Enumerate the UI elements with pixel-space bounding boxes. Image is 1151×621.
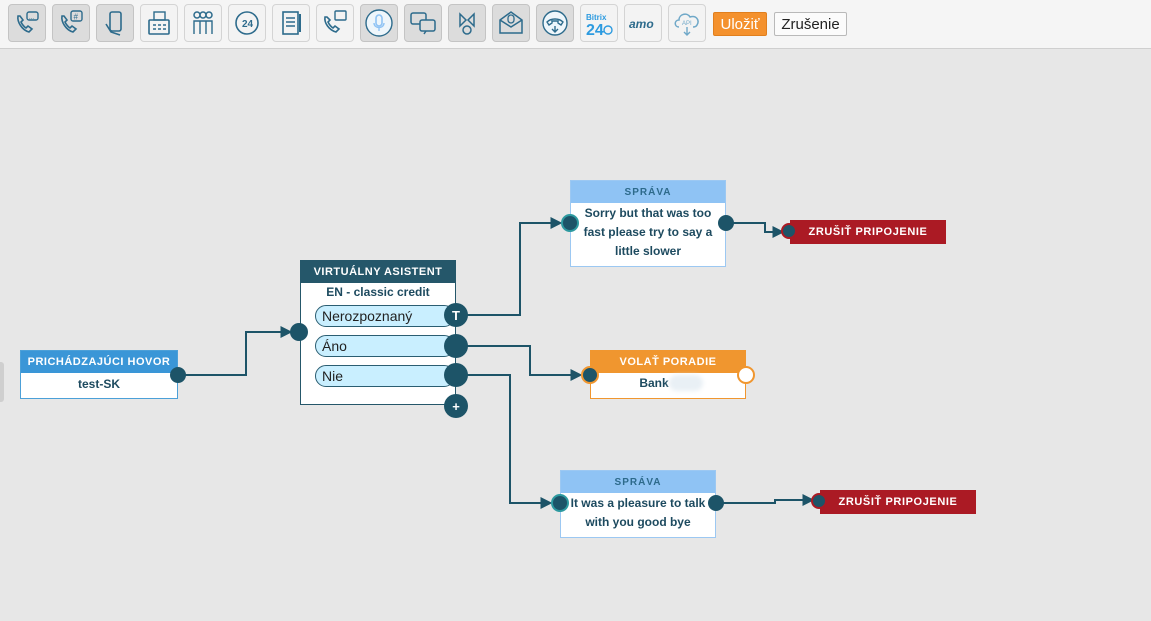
timeout-port[interactable]: T	[444, 303, 468, 327]
hangup-icon	[542, 10, 568, 36]
hangup1-input-port[interactable]	[781, 223, 797, 239]
flow-canvas[interactable]: PRICHÁDZAJÚCI HOVOR test-SK VIRTUÁLNY AS…	[0, 50, 1151, 621]
queue-name: Bank	[639, 376, 669, 390]
svg-text:amo: amo	[629, 17, 654, 31]
node-incoming-call[interactable]: PRICHÁDZAJÚCI HOVOR test-SK	[20, 350, 178, 399]
no-output-port[interactable]	[444, 363, 468, 387]
tool-bitrix24[interactable]: Bitrix 24	[580, 4, 618, 42]
wire-yes-queue	[456, 345, 583, 381]
node-call-queue[interactable]: VOLAŤ PORADIE Bank	[590, 350, 746, 399]
tool-sms-call[interactable]: ...	[8, 4, 46, 42]
fax-icon	[148, 11, 170, 35]
save-button[interactable]: Uložiť	[713, 12, 767, 36]
tool-fax[interactable]	[140, 4, 178, 42]
message-text: Sorry but that was too fast please try t…	[583, 206, 713, 258]
voicemail-icon	[499, 11, 523, 34]
node-hangup-2[interactable]: ZRUŠIŤ PRIPOJENIE	[820, 490, 976, 514]
call-transfer-icon	[324, 10, 347, 33]
wire-no-message2	[456, 374, 553, 509]
wire-message1-hangup1	[726, 222, 785, 238]
node-title: SPRÁVA	[561, 471, 715, 493]
chat-bubbles-icon	[410, 12, 436, 35]
option-unrecognized[interactable]: Nerozpoznaný	[315, 305, 455, 327]
hash-call-icon: #	[61, 10, 83, 33]
message1-input-port[interactable]	[561, 214, 579, 232]
tool-transfer[interactable]	[316, 4, 354, 42]
node-title: VOLAŤ PORADIE	[591, 351, 745, 373]
tool-queue[interactable]	[184, 4, 222, 42]
tool-mobile[interactable]	[96, 4, 134, 42]
node-title: VIRTUÁLNY ASISTENT	[301, 261, 455, 283]
api-cloud-icon: API	[674, 13, 699, 36]
conference-icon	[459, 12, 475, 35]
tool-hash-call[interactable]: #	[52, 4, 90, 42]
message1-output-port[interactable]	[718, 215, 734, 231]
tool-microphone[interactable]	[360, 4, 398, 42]
wire-incoming-assistant	[178, 326, 293, 376]
yes-output-port[interactable]	[444, 334, 468, 358]
redacted-text	[669, 375, 703, 391]
tool-amo[interactable]: amo	[624, 4, 662, 42]
add-option-button[interactable]: +	[444, 394, 468, 418]
tool-notepad[interactable]	[272, 4, 310, 42]
wire-message2-hangup2	[716, 494, 815, 506]
toolbar: ... # 24 Bitrix 24 amo API Uložiť Zrušen…	[0, 0, 1151, 49]
svg-text:API: API	[682, 21, 692, 27]
assistant-name: EN - classic credit	[326, 285, 430, 299]
notepad-icon	[282, 11, 301, 35]
bitrix24-icon: Bitrix24	[586, 13, 613, 38]
option-no[interactable]: Nie	[315, 365, 455, 387]
node-message-goodbye[interactable]: SPRÁVA It was a pleasure to talk with yo…	[560, 470, 716, 538]
hours-24-icon: 24	[235, 11, 259, 35]
tool-chat[interactable]	[404, 4, 442, 42]
tool-voicemail[interactable]	[492, 4, 530, 42]
cancel-button[interactable]: Zrušenie	[774, 12, 847, 36]
svg-text:24: 24	[586, 22, 604, 38]
people-queue-icon	[193, 11, 213, 34]
svg-text:Bitrix: Bitrix	[586, 13, 607, 22]
microphone-icon	[365, 9, 393, 37]
wire-unrecognized-message1	[456, 217, 563, 316]
svg-text:#: #	[74, 13, 79, 22]
node-title: SPRÁVA	[571, 181, 725, 203]
option-yes[interactable]: Áno	[315, 335, 455, 357]
sms-call-icon: ...	[17, 11, 39, 33]
message2-output-port[interactable]	[708, 495, 724, 511]
tool-hangup[interactable]	[536, 4, 574, 42]
node-virtual-assistant[interactable]: VIRTUÁLNY ASISTENT EN - classic credit N…	[300, 260, 456, 405]
node-title: PRICHÁDZAJÚCI HOVOR	[21, 351, 177, 373]
svg-text:...: ...	[29, 15, 34, 21]
amo-icon: amo	[629, 17, 654, 31]
tool-api[interactable]: API	[668, 4, 706, 42]
message-text: It was a pleasure to talk with you good …	[570, 496, 706, 529]
tool-conference[interactable]	[448, 4, 486, 42]
assistant-input-port[interactable]	[290, 323, 308, 341]
queue-input-port[interactable]	[581, 366, 599, 384]
mobile-hand-icon	[105, 11, 122, 36]
hangup2-input-port[interactable]	[811, 493, 827, 509]
node-message-retry[interactable]: SPRÁVA Sorry but that was too fast pleas…	[570, 180, 726, 267]
queue-output-port[interactable]	[737, 366, 755, 384]
incoming-number: test-SK	[77, 377, 120, 391]
svg-text:24: 24	[242, 19, 254, 30]
node-hangup-1[interactable]: ZRUŠIŤ PRIPOJENIE	[790, 220, 946, 244]
message2-input-port[interactable]	[551, 494, 569, 512]
tool-24h[interactable]: 24	[228, 4, 266, 42]
incoming-output-port[interactable]	[170, 367, 186, 383]
